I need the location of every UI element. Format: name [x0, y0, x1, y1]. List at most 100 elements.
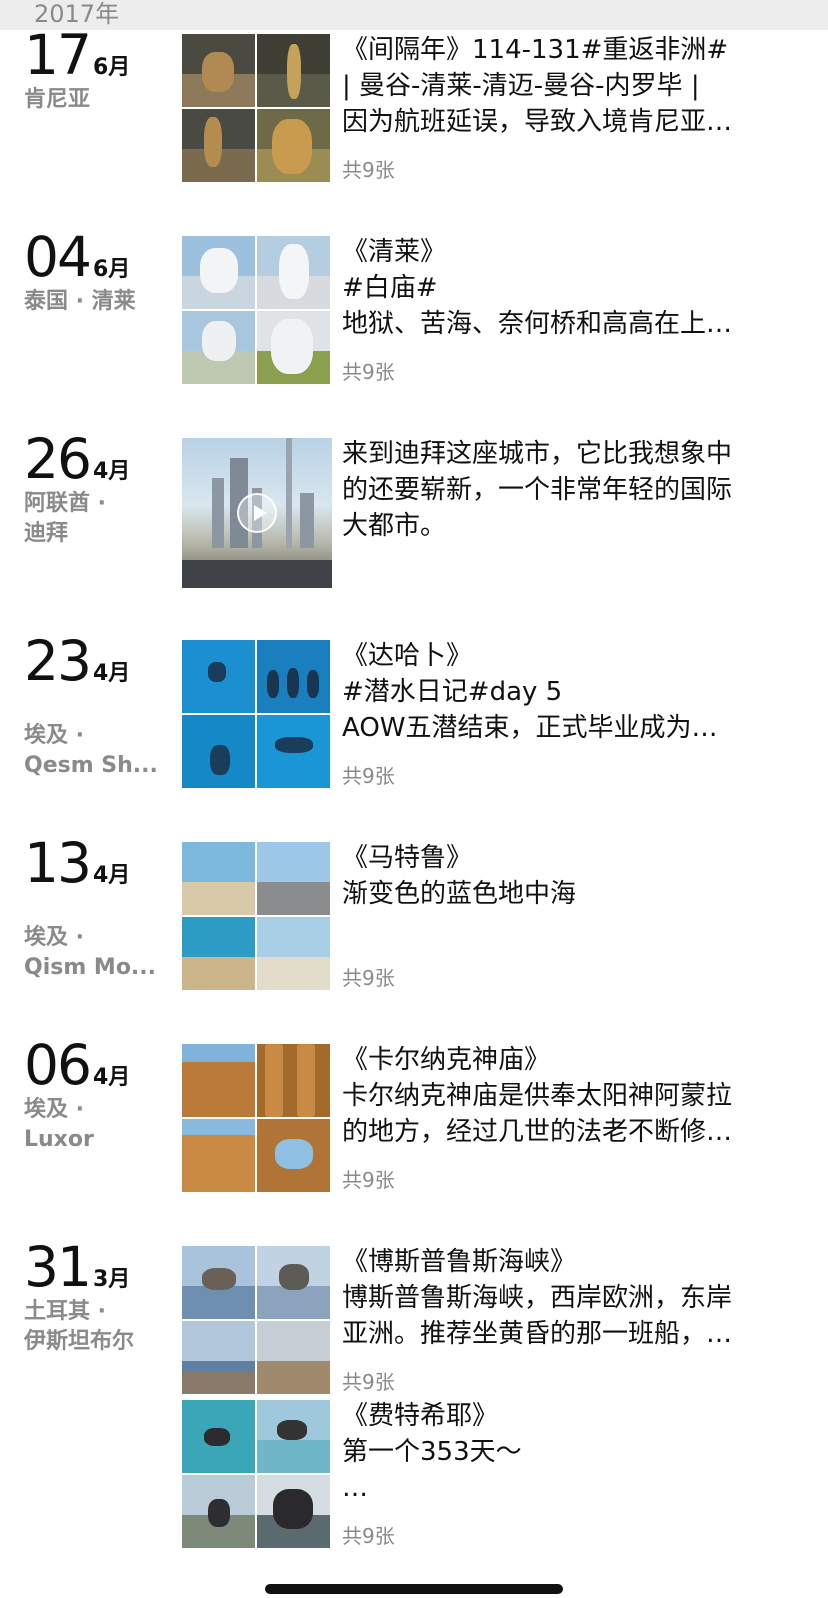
entry-line: 大都市。 [342, 511, 447, 541]
photo-count: 共9张 [342, 1524, 395, 1548]
entry-month: 6月 [93, 257, 131, 282]
entry-day: 13 [24, 831, 92, 895]
entry-location: 肯尼亚 [24, 87, 91, 112]
photo-grid[interactable] [182, 1246, 332, 1396]
entry-line: 《博斯普鲁斯海峡》 [342, 1247, 577, 1277]
sea-road-photo[interactable] [257, 842, 330, 915]
white-temple-reflection-photo[interactable] [182, 311, 255, 384]
entry-month: 3月 [93, 1267, 131, 1292]
photo-count: 共9张 [342, 966, 395, 990]
entry-location: 泰国 · 清莱 [24, 289, 136, 314]
city-shore-photo[interactable] [182, 1321, 255, 1394]
photo-grid[interactable] [182, 1400, 332, 1550]
entry-location: 埃及 · Qesm Sh... [24, 723, 158, 778]
date-block: 23 4月 埃及 · Qesm Sh... [24, 629, 174, 781]
paraglide-photo-3[interactable] [182, 1475, 255, 1548]
temple-gate-photo[interactable] [182, 1044, 255, 1117]
giraffe-window-photo[interactable] [257, 34, 330, 107]
entry-day: 23 [24, 629, 92, 693]
entry-line: 《清莱》 [342, 237, 447, 267]
date-block: 31 3月 土耳其 · 伊斯坦布尔 [24, 1235, 174, 1357]
sea-coast-photo[interactable] [182, 842, 255, 915]
entry-text: 《达哈卜》 #潜水日记#day 5 AOW五潜结束，正式毕业成为… [342, 638, 810, 746]
entry-line: 渐变色的蓝色地中海 [342, 879, 577, 909]
entry-month: 4月 [93, 863, 131, 888]
city-hill-photo[interactable] [257, 1321, 330, 1394]
entry-month: 4月 [93, 1065, 131, 1090]
mosque-waterfront-photo[interactable] [257, 1246, 330, 1319]
entry-text: 《间隔年》114-131#重返非洲# | 曼谷-清莱-清迈-曼谷-内罗毕 | 因… [342, 32, 810, 140]
entry-day: 06 [24, 1033, 92, 1097]
photo-count: 共9张 [342, 1168, 395, 1192]
white-temple-spire-photo[interactable] [257, 236, 330, 309]
entry-text: 《费特希耶》 第一个353天～ … [342, 1398, 810, 1506]
diver-photo-3[interactable] [257, 715, 330, 788]
photo-grid[interactable] [182, 236, 332, 386]
giraffe-photo[interactable] [182, 109, 255, 182]
photo-grid[interactable] [182, 842, 332, 992]
lion-photo[interactable] [182, 34, 255, 107]
entry-location: 土耳其 · 伊斯坦布尔 [24, 1299, 135, 1354]
entry-line: 《卡尔纳克神庙》 [342, 1045, 551, 1075]
video-thumbnail[interactable] [182, 438, 332, 588]
photo-count: 共9张 [342, 158, 395, 182]
entry-line: 的还要崭新，一个非常年轻的国际 [342, 475, 733, 505]
entry-line: 《达哈卜》 [342, 641, 473, 671]
entry-line: 来到迪拜这座城市，它比我想象中 [342, 439, 733, 469]
entry-line: 亚洲。推荐坐黄昏的那一班船，… [342, 1319, 733, 1349]
temple-pillars-photo[interactable] [182, 1119, 255, 1192]
date-block: 17 6月 肯尼亚 [24, 23, 174, 115]
paraglide-photo-2[interactable] [257, 1400, 330, 1473]
photo-count: 共9张 [342, 1370, 395, 1394]
diver-photo-1[interactable] [182, 640, 255, 713]
mosque-photo[interactable] [182, 1246, 255, 1319]
entry-line: 第一个353天～ [342, 1437, 522, 1467]
entry-text: 《卡尔纳克神庙》 卡尔纳克神庙是供奉太阳神阿蒙拉 的地方，经过几世的法老不断修… [342, 1042, 810, 1150]
entry-location: 埃及 · Luxor [24, 1097, 94, 1152]
play-icon[interactable] [237, 493, 277, 533]
photo-grid[interactable] [182, 1044, 332, 1194]
entry-line: #潜水日记#day 5 [342, 677, 563, 707]
entry-line: … [342, 1473, 368, 1503]
entry-line: 因为航班延误，导致入境肯尼亚… [342, 107, 733, 137]
entry-text: 《清莱》 #白庙# 地狱、苦海、奈何桥和高高在上… [342, 234, 810, 342]
year-header-bar: 2017年 [0, 0, 828, 30]
photo-grid[interactable] [182, 34, 332, 184]
entry-text: 《马特鲁》 渐变色的蓝色地中海 [342, 840, 810, 912]
entry-day: 26 [24, 427, 92, 491]
entry-line: AOW五潜结束，正式毕业成为… [342, 713, 718, 743]
giraffe-closeup-photo[interactable] [257, 109, 330, 182]
paraglide-photo-4[interactable] [257, 1475, 330, 1548]
photo-count: 共9张 [342, 764, 395, 788]
entry-day: 04 [24, 225, 92, 289]
paraglide-photo-1[interactable] [182, 1400, 255, 1473]
entry-day: 17 [24, 23, 92, 87]
entry-line: 博斯普鲁斯海峡，西岸欧洲，东岸 [342, 1283, 733, 1313]
date-block: 13 4月 埃及 · Qism Mo... [24, 831, 174, 983]
entry-line: 《马特鲁》 [342, 843, 473, 873]
entry-day: 31 [24, 1235, 92, 1299]
entry-line: 《间隔年》114-131#重返非洲# [342, 35, 729, 65]
entry-text: 来到迪拜这座城市，它比我想象中 的还要崭新，一个非常年轻的国际 大都市。 [342, 436, 810, 544]
sea-cliff-photo[interactable] [182, 917, 255, 990]
entry-location: 埃及 · Qism Mo... [24, 925, 156, 980]
white-statue-photo[interactable] [257, 311, 330, 384]
entry-line: #白庙# [342, 273, 438, 303]
white-temple-photo[interactable] [182, 236, 255, 309]
entry-line: 的地方，经过几世的法老不断修… [342, 1117, 733, 1147]
sea-beach-photo[interactable] [257, 917, 330, 990]
entry-line: 地狱、苦海、奈何桥和高高在上… [342, 309, 733, 339]
temple-arch-photo[interactable] [257, 1119, 330, 1192]
diver-photo-2[interactable] [182, 715, 255, 788]
home-indicator[interactable] [265, 1584, 563, 1594]
date-block: 06 4月 埃及 · Luxor [24, 1033, 174, 1155]
entry-text: 《博斯普鲁斯海峡》 博斯普鲁斯海峡，西岸欧洲，东岸 亚洲。推荐坐黄昏的那一班船，… [342, 1244, 810, 1352]
date-block: 04 6月 泰国 · 清莱 [24, 225, 174, 317]
date-block: 26 4月 阿联酋 · 迪拜 [24, 427, 174, 549]
entry-line: 《费特希耶》 [342, 1401, 499, 1431]
entry-month: 4月 [93, 661, 131, 686]
temple-columns-photo[interactable] [257, 1044, 330, 1117]
diver-group-photo[interactable] [257, 640, 330, 713]
photo-grid[interactable] [182, 640, 332, 790]
entry-month: 6月 [93, 55, 131, 80]
